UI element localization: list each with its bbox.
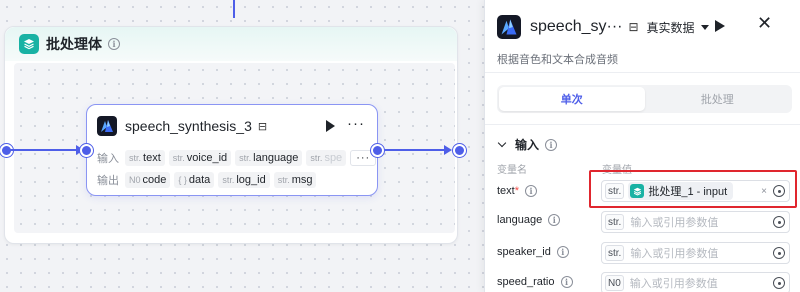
language-param-input[interactable]: str. 输入或引用参数值 — [601, 211, 790, 233]
batch-title: 批处理体 — [46, 36, 102, 52]
speaker-id-param-input[interactable]: str. 输入或引用参数值 — [601, 242, 790, 264]
left-connection-line — [10, 149, 76, 151]
panel-header: speech_sy··· ⊟ 真实数据 ✕ — [497, 12, 790, 42]
param-label-speaker-id: speaker_id i — [497, 246, 569, 258]
node-output-port[interactable] — [371, 144, 384, 157]
param-label-language: language i — [497, 214, 561, 226]
panel-title: speech_sy··· — [530, 18, 623, 35]
run-play-icon[interactable] — [715, 20, 725, 32]
outputs-label: 输出 — [97, 175, 119, 187]
data-mode-label: 真实数据 — [646, 20, 695, 35]
node-inputs-row: 输入 str. text str. voice_id str. language st… — [97, 149, 380, 167]
required-mark: * — [514, 185, 520, 197]
save-icon[interactable]: ⊟ — [628, 20, 638, 34]
output-chip-code: N0 code — [125, 172, 171, 188]
output-chip-msg: str. msg — [273, 172, 317, 188]
info-icon[interactable]: i — [525, 185, 538, 197]
info-icon[interactable]: i — [560, 276, 573, 288]
close-icon[interactable]: ✕ — [757, 13, 772, 34]
speech-synthesis-node[interactable]: speech_synthesis_3 ⊟ ··· 输入 str. text str… — [86, 104, 378, 196]
divider — [485, 124, 800, 125]
divider — [485, 72, 800, 73]
variable-reference-icon[interactable] — [773, 277, 785, 289]
variable-reference-icon[interactable] — [773, 216, 785, 228]
right-arrow-head — [444, 145, 452, 155]
input-placeholder: 输入或引用参数值 — [630, 248, 719, 260]
input-chip-text: str. text — [125, 150, 165, 166]
save-icon[interactable]: ⊟ — [258, 120, 267, 133]
node-outputs-row: 输出 N0 code { } data str. log_id str. msg — [97, 171, 320, 189]
inputs-label: 输入 — [97, 153, 119, 165]
type-tag[interactable]: str. — [605, 214, 625, 230]
tab-batch[interactable]: 批处理 — [645, 87, 791, 111]
speech-app-icon — [97, 116, 117, 136]
chevron-down-icon — [497, 138, 507, 148]
input-placeholder: 输入或引用参数值 — [630, 217, 719, 229]
more-icon[interactable]: ··· — [347, 115, 365, 132]
right-connection-line — [384, 149, 444, 151]
input-chip-voice-id: str. voice_id — [168, 150, 232, 166]
caret-down-icon — [700, 24, 709, 30]
tab-single[interactable]: 单次 — [499, 87, 645, 111]
param-label-speed-ratio: speed_ratio i — [497, 276, 573, 288]
inputs-section-header[interactable]: 输入 i — [497, 136, 558, 153]
input-chip-speaker: str. spe — [306, 150, 347, 166]
mode-tabs: 单次 批处理 — [497, 85, 792, 113]
param-label-text: text * i — [497, 185, 538, 197]
batch-right-port[interactable] — [453, 144, 466, 157]
panel-description: 根据音色和文本合成音频 — [497, 54, 618, 66]
input-placeholder: 输入或引用参数值 — [629, 278, 718, 290]
type-tag[interactable]: N0 — [605, 275, 624, 291]
node-header: speech_synthesis_3 ⊟ ··· — [97, 115, 367, 137]
info-icon[interactable]: i — [548, 214, 561, 226]
info-icon[interactable]: i — [556, 246, 569, 258]
output-chip-data: { } data — [174, 172, 215, 188]
batch-layers-icon — [19, 34, 39, 54]
output-chip-log-id: str. log_id — [218, 172, 270, 188]
input-chip-language: str. language — [235, 150, 303, 166]
annotation-highlight-box — [589, 170, 797, 208]
column-header-name: 变量名 — [497, 165, 527, 176]
speech-app-icon — [497, 15, 521, 39]
info-icon[interactable]: i — [545, 138, 558, 151]
incoming-vertical-connection — [233, 0, 235, 18]
data-mode-dropdown[interactable]: 真实数据 — [647, 19, 709, 36]
type-tag[interactable]: str. — [605, 245, 625, 261]
node-input-port[interactable] — [80, 144, 93, 157]
section-title: 输入 — [515, 138, 540, 152]
speed-ratio-param-input[interactable]: N0 输入或引用参数值 — [601, 272, 790, 292]
info-icon[interactable]: i — [108, 38, 120, 50]
variable-reference-icon[interactable] — [773, 247, 785, 259]
batch-header[interactable]: 批处理体 i — [5, 27, 457, 61]
node-title: speech_synthesis_3 — [125, 118, 252, 134]
play-icon[interactable] — [326, 120, 335, 132]
